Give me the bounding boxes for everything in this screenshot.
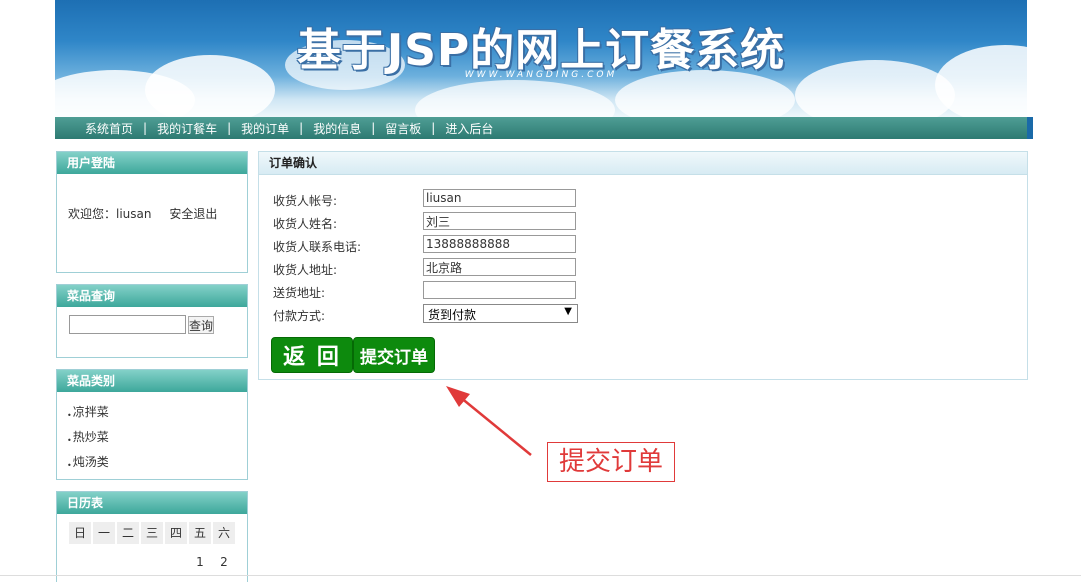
annotation-label: 提交订单 (547, 442, 675, 482)
bottom-divider (0, 575, 1081, 576)
annotation-arrow (446, 386, 532, 456)
